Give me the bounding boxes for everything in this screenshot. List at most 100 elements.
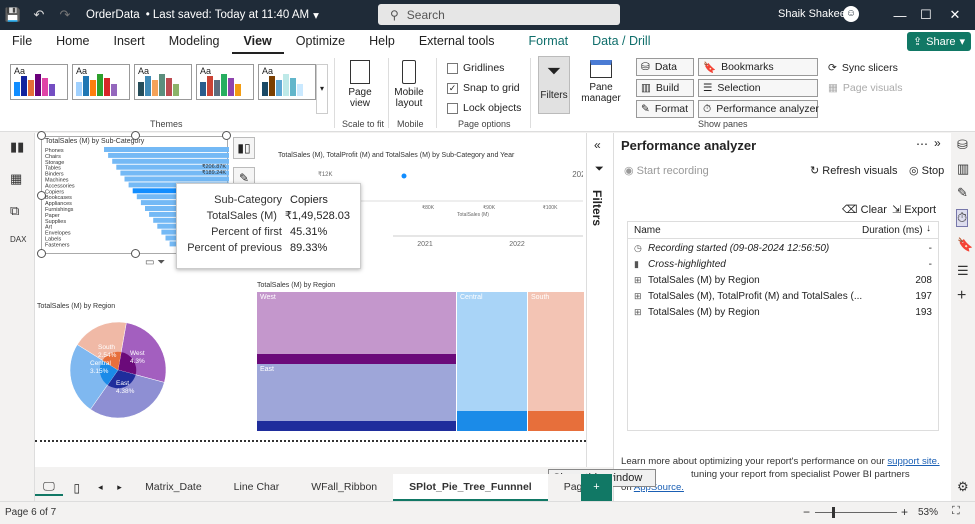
expand-icon[interactable]: ⊞ <box>634 291 642 302</box>
funnel-bar[interactable] <box>108 152 229 158</box>
bookmarks-pane-button[interactable]: 🔖 Bookmarks <box>698 58 818 76</box>
col-duration[interactable]: Duration (ms) <box>862 225 923 236</box>
themes-scroll-button[interactable]: ▾ <box>316 64 328 114</box>
search-input[interactable]: ⚲ Search <box>378 4 620 25</box>
undo-icon[interactable]: ↶ <box>26 0 52 30</box>
table-view-icon[interactable]: ▦ <box>10 171 22 187</box>
visualizations-icon[interactable]: ▥ <box>957 161 969 177</box>
menu-insert[interactable]: Insert <box>102 30 157 54</box>
page-visuals-button[interactable]: ▦ Page visuals <box>828 82 902 94</box>
resize-handle[interactable] <box>37 249 46 258</box>
menu-help[interactable]: Help <box>357 30 407 54</box>
zoom-in-button[interactable]: + <box>901 505 908 519</box>
refresh-visuals-button[interactable]: ↻ Refresh visuals <box>810 164 897 177</box>
funnel-bar[interactable] <box>124 176 230 182</box>
model-view-icon[interactable]: ⧉ <box>10 203 19 219</box>
resize-handle[interactable] <box>131 131 140 140</box>
close-icon[interactable]: ✕ <box>935 0 975 30</box>
zoom-out-button[interactable]: − <box>803 505 810 519</box>
theme-option[interactable]: Aa <box>72 64 130 100</box>
page-tab[interactable]: Matrix_Date <box>129 474 218 501</box>
theme-option[interactable]: Aa <box>258 64 316 100</box>
theme-option[interactable]: Aa <box>134 64 192 100</box>
format-pane-button[interactable]: ✎ Format <box>636 100 694 118</box>
gridlines-checkbox[interactable]: Gridlines <box>447 62 504 74</box>
expand-icon[interactable]: ⊞ <box>634 307 642 318</box>
perf-table-row[interactable]: ⊞ TotalSales (M) by Region 193 <box>628 304 938 320</box>
report-view-icon[interactable]: ▮▮ <box>10 139 24 155</box>
lock-objects-checkbox[interactable]: Lock objects <box>447 102 521 114</box>
selection-pane-button[interactable]: ☰ Selection <box>698 79 818 97</box>
menu-file[interactable]: File <box>0 30 44 54</box>
page-view-button[interactable]: Page view <box>344 60 376 109</box>
perf-table-row[interactable]: ▮ Cross-highlighted - <box>628 256 938 272</box>
resize-handle[interactable] <box>222 131 231 140</box>
treemap-tile-south-highlight[interactable] <box>528 411 584 431</box>
page-tab[interactable]: Line Char <box>218 474 296 501</box>
theme-option[interactable]: Aa <box>10 64 68 100</box>
expand-pane-icon[interactable]: » <box>934 136 941 150</box>
resize-handle[interactable] <box>37 131 46 140</box>
performance-pane-icon[interactable]: ⏱ <box>956 209 969 227</box>
next-page-icon[interactable]: ▸ <box>110 482 129 493</box>
filters-pane-collapsed[interactable]: « ⏷ Filters <box>586 133 613 467</box>
add-page-button[interactable]: + <box>581 474 612 501</box>
settings-icon[interactable]: ⚙ <box>957 479 969 495</box>
support-site-link[interactable]: support site. <box>887 456 939 467</box>
theme-option[interactable]: Aa <box>196 64 254 100</box>
perf-table-row[interactable]: ◷ Recording started (09-08-2024 12:56:50)… <box>628 240 938 256</box>
visual-header-icons[interactable]: ▭ ⏷ <box>145 257 165 268</box>
avatar[interactable]: ☺ <box>843 6 859 22</box>
filters-button[interactable]: ⏷ Filters <box>538 56 570 114</box>
title-dropdown-icon[interactable]: ▾ <box>313 8 319 22</box>
add-pane-icon[interactable]: + <box>957 287 966 305</box>
menu-view[interactable]: View <box>231 30 284 54</box>
expand-icon[interactable]: ⊞ <box>634 275 642 286</box>
funnel-bar[interactable] <box>104 147 229 152</box>
format-icon[interactable]: ✎ <box>957 185 968 201</box>
export-button[interactable]: ⇲ Export <box>892 203 936 216</box>
menu-optimize[interactable]: Optimize <box>284 30 357 54</box>
snap-to-grid-checkbox[interactable]: ✓ Snap to grid <box>447 82 520 94</box>
perf-table-row[interactable]: ⊞ TotalSales (M), TotalProfit (M) and Tot… <box>628 288 938 304</box>
page-tab[interactable]: SPlot_Pie_Tree_Funnnel <box>393 474 548 501</box>
save-icon[interactable]: 💾 <box>0 0 26 30</box>
menu-modeling[interactable]: Modeling <box>157 30 232 54</box>
desktop-layout-icon[interactable]: 🖵 <box>35 479 63 496</box>
collapse-icon[interactable]: « <box>594 138 601 152</box>
share-button[interactable]: ⇪ Share ▾ <box>907 32 971 51</box>
line-point[interactable] <box>401 173 407 179</box>
dax-query-view-icon[interactable]: DAX <box>10 235 26 244</box>
treemap-tile-central-highlight[interactable] <box>457 411 527 431</box>
menu-data-drill[interactable]: Data / Drill <box>580 30 662 54</box>
data-pane-button[interactable]: ⛁ Data <box>636 58 694 76</box>
stop-button[interactable]: ◎ Stop <box>909 164 944 177</box>
bookmark-icon[interactable]: 🔖 <box>957 237 973 253</box>
selection-icon[interactable]: ☰ <box>957 263 969 279</box>
menu-format[interactable]: Format <box>517 30 581 54</box>
zoom-slider-thumb[interactable] <box>832 507 835 518</box>
more-options-icon[interactable]: ⋯ <box>916 137 928 151</box>
page-tab[interactable]: WFall_Ribbon <box>295 474 393 501</box>
fit-to-page-icon[interactable]: ⛶ <box>952 505 960 518</box>
build-visual-icon[interactable]: ▮▯ <box>233 137 255 159</box>
start-recording-button[interactable]: ◉ Start recording <box>624 164 709 177</box>
performance-analyzer-pane-button[interactable]: ⏱ Performance analyzer <box>698 100 819 118</box>
pane-manager-button[interactable]: Pane manager <box>576 60 626 104</box>
treemap-tile-east-highlight[interactable] <box>257 421 456 431</box>
zoom-slider[interactable] <box>815 512 897 513</box>
data-pane-icon[interactable]: ⛁ <box>957 137 968 153</box>
perf-table-row[interactable]: ⊞ TotalSales (M) by Region 208 <box>628 272 938 288</box>
redo-icon[interactable]: ↷ <box>52 0 78 30</box>
menu-home[interactable]: Home <box>44 30 101 54</box>
sync-slicers-button[interactable]: ⟳ Sync slicers <box>828 62 898 74</box>
prev-page-icon[interactable]: ◂ <box>91 482 110 493</box>
sort-icon[interactable]: ↓ <box>926 223 931 234</box>
mobile-layout-button[interactable]: Mobile layout <box>392 60 426 109</box>
resize-handle[interactable] <box>37 191 46 200</box>
treemap-chart[interactable]: West East Central South <box>257 292 584 431</box>
build-pane-button[interactable]: ▥ Build <box>636 79 694 97</box>
menu-external-tools[interactable]: External tools <box>407 30 507 54</box>
pie-chart[interactable]: West4.3% East4.38% Central3.15% South2.54% <box>68 315 178 425</box>
col-name[interactable]: Name <box>634 225 661 236</box>
